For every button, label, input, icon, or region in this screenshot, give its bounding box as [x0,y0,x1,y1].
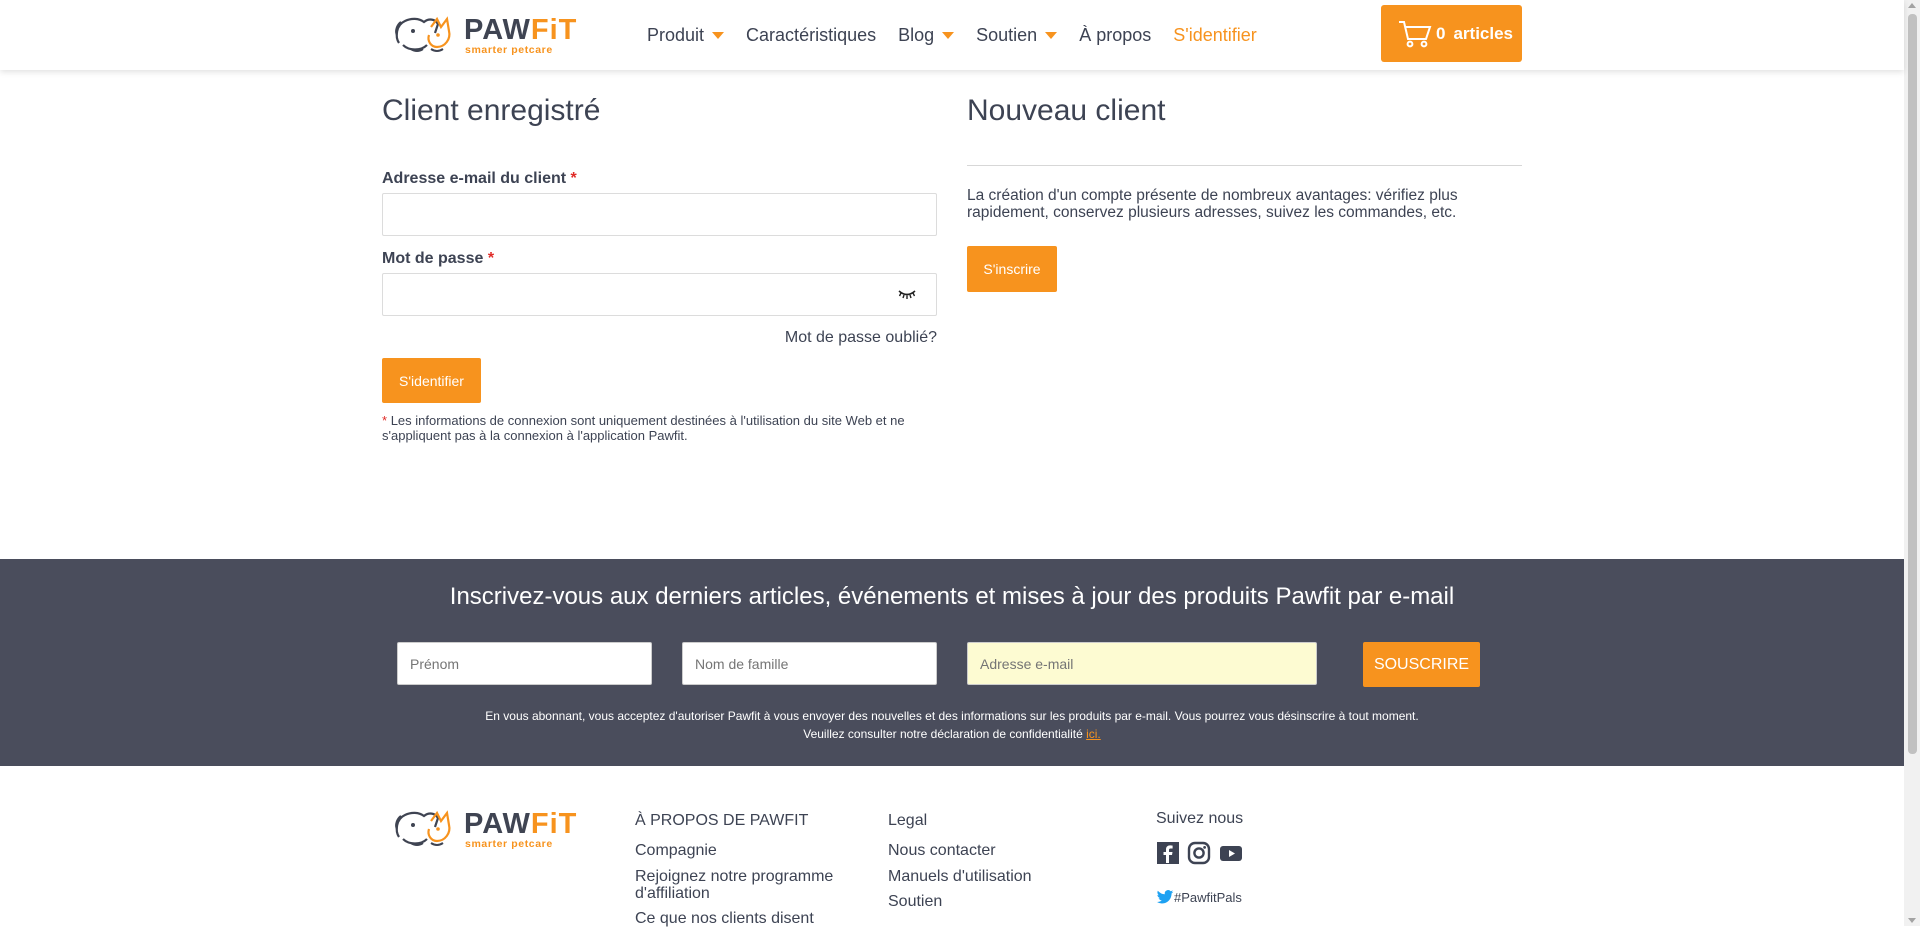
register-divider [967,165,1522,166]
footer-link-support[interactable]: Soutien [888,893,942,910]
newsletter-consent-note: En vous abonnant, vous acceptez d'autori… [0,707,1904,743]
newsletter-title: Inscrivez-vous aux derniers articles, év… [449,583,1455,610]
forgot-password-link[interactable]: Mot de passe oublié? [744,329,937,347]
logo-wordmark: PAWFiT [464,14,578,46]
footer-link-affiliation[interactable]: Rejoignez notre programme d'affiliation [635,868,840,902]
twitter-icon [1156,890,1174,904]
footer-link-manuals[interactable]: Manuels d'utilisation [888,868,1032,885]
dog-cat-logo-icon [395,16,451,52]
show-password-eye-icon[interactable] [898,288,916,300]
dog-cat-logo-icon [395,810,451,846]
privacy-policy-link[interactable]: ici. [1086,727,1101,741]
newsletter-email-input[interactable] [967,642,1317,685]
login-submit-button[interactable]: S'identifier [382,358,481,403]
register-description: La création d'un compte présente de nomb… [967,187,1458,221]
site-header: PAWFiT smarter petcare Produit Caractéri… [0,0,1904,70]
cart-button[interactable]: 0 articles [1381,5,1522,62]
footer-about-heading: À PROPOS DE PAWFIT [635,812,809,829]
password-field[interactable] [382,273,937,316]
scrollbar-thumb[interactable] [1908,14,1917,754]
footer-link-contact[interactable]: Nous contacter [888,842,996,859]
main-nav: Produit Caractéristiques Blog Soutien À … [647,0,1279,70]
email-label: Adresse e-mail du client * [382,170,577,187]
login-disclaimer: * Les informations de connexion sont uni… [382,413,938,443]
required-mark: * [487,250,495,267]
facebook-icon[interactable] [1156,841,1180,865]
logo-tagline: smarter petcare [465,44,553,56]
scroll-up-arrow-icon[interactable] [1908,3,1916,8]
chevron-down-icon [1045,31,1058,39]
note-mark: * [382,413,388,428]
email-field[interactable] [382,193,937,236]
nav-item-caracteristiques[interactable]: Caractéristiques [746,25,876,46]
nav-item-sidentifier[interactable]: S'identifier [1173,25,1256,46]
shopping-cart-icon [1399,20,1432,47]
nav-item-blog[interactable]: Blog [898,25,955,46]
footer-link-testimonials[interactable]: Ce que nos clients disent [635,910,814,927]
password-label: Mot de passe * [382,250,495,267]
newsletter-consent-line2: Veuillez consulter notre déclaration de … [803,727,1101,741]
footer-legal-heading: Legal [888,812,928,829]
pawfit-logo[interactable]: PAWFiT smarter petcare [391,13,576,57]
footer-link-compagnie[interactable]: Compagnie [635,842,717,859]
logo-wordmark: PAWFiT [464,808,578,840]
twitter-hashtag-text: #PawfitPals [1174,890,1242,905]
logo-tagline: smarter petcare [465,838,553,850]
login-title: Client enregistré [382,94,601,127]
footer-pawfit-logo[interactable]: PAWFiT smarter petcare [391,807,576,851]
nav-item-soutien[interactable]: Soutien [976,25,1058,46]
cart-label: articles [1453,23,1514,43]
nav-item-a-propos[interactable]: À propos [1079,25,1151,46]
youtube-icon[interactable] [1219,841,1243,865]
required-mark: * [570,170,577,187]
instagram-icon[interactable] [1187,841,1211,865]
twitter-hashtag[interactable]: #PawfitPals [1156,890,1242,905]
newsletter-consent-line1: En vous abonnant, vous acceptez d'autori… [485,709,1419,723]
subscribe-button[interactable]: SOUSCRIRE [1363,642,1480,687]
newsletter-last-name-input[interactable] [682,642,937,685]
register-title: Nouveau client [967,94,1166,127]
cart-count: 0 [1436,23,1446,43]
page-scrollbar[interactable] [1904,0,1920,926]
chevron-down-icon [942,31,955,39]
footer-follow-heading: Suivez nous [1156,810,1244,827]
register-button[interactable]: S'inscrire [967,246,1057,292]
nav-item-produit[interactable]: Produit [647,25,725,46]
newsletter-first-name-input[interactable] [397,642,652,685]
scroll-down-arrow-icon[interactable] [1908,918,1916,923]
login-disclaimer-text: Les informations de connexion sont uniqu… [382,413,905,443]
chevron-down-icon [712,31,725,39]
